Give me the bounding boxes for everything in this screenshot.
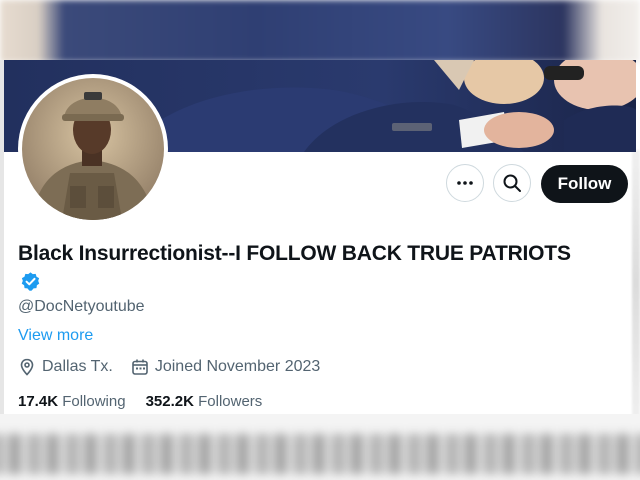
location-pin-icon: [20, 358, 34, 376]
calendar-icon: [132, 359, 148, 375]
followers-count: 352.2K: [145, 393, 199, 410]
verified-badge-icon[interactable]: [20, 271, 41, 292]
more-options-button[interactable]: [446, 164, 484, 202]
joined-item: Joined November 2023: [131, 358, 320, 376]
following-stat[interactable]: 17.4K Following: [18, 393, 126, 410]
search-icon: [503, 174, 521, 192]
view-more-link[interactable]: View more: [18, 327, 93, 345]
location-text: Dallas Tx.: [42, 358, 113, 375]
followers-stat[interactable]: 352.2K Followers: [146, 393, 263, 410]
following-count: 17.4K: [18, 393, 63, 410]
blurred-right-edge: [632, 150, 640, 416]
profile-handle: @DocNetyoutube: [18, 298, 145, 315]
more-horizontal-icon: [457, 181, 473, 185]
profile-meta: Dallas Tx. Joined November 2023: [18, 358, 320, 376]
joined-text: Joined November 2023: [154, 358, 321, 375]
followers-label: Followers: [198, 393, 263, 410]
blurred-top-edge: [0, 0, 640, 62]
search-profile-button[interactable]: [493, 164, 531, 202]
following-label: Following: [62, 393, 126, 410]
location-item: Dallas Tx.: [18, 358, 113, 376]
blurred-bottom-edge: [0, 414, 640, 480]
follow-button[interactable]: Follow: [541, 165, 628, 203]
profile-avatar[interactable]: [18, 74, 168, 224]
follow-stats: 17.4K Following 352.2K Followers: [18, 393, 262, 410]
display-name: Black Insurrectionist--I FOLLOW BACK TRU…: [18, 242, 571, 265]
